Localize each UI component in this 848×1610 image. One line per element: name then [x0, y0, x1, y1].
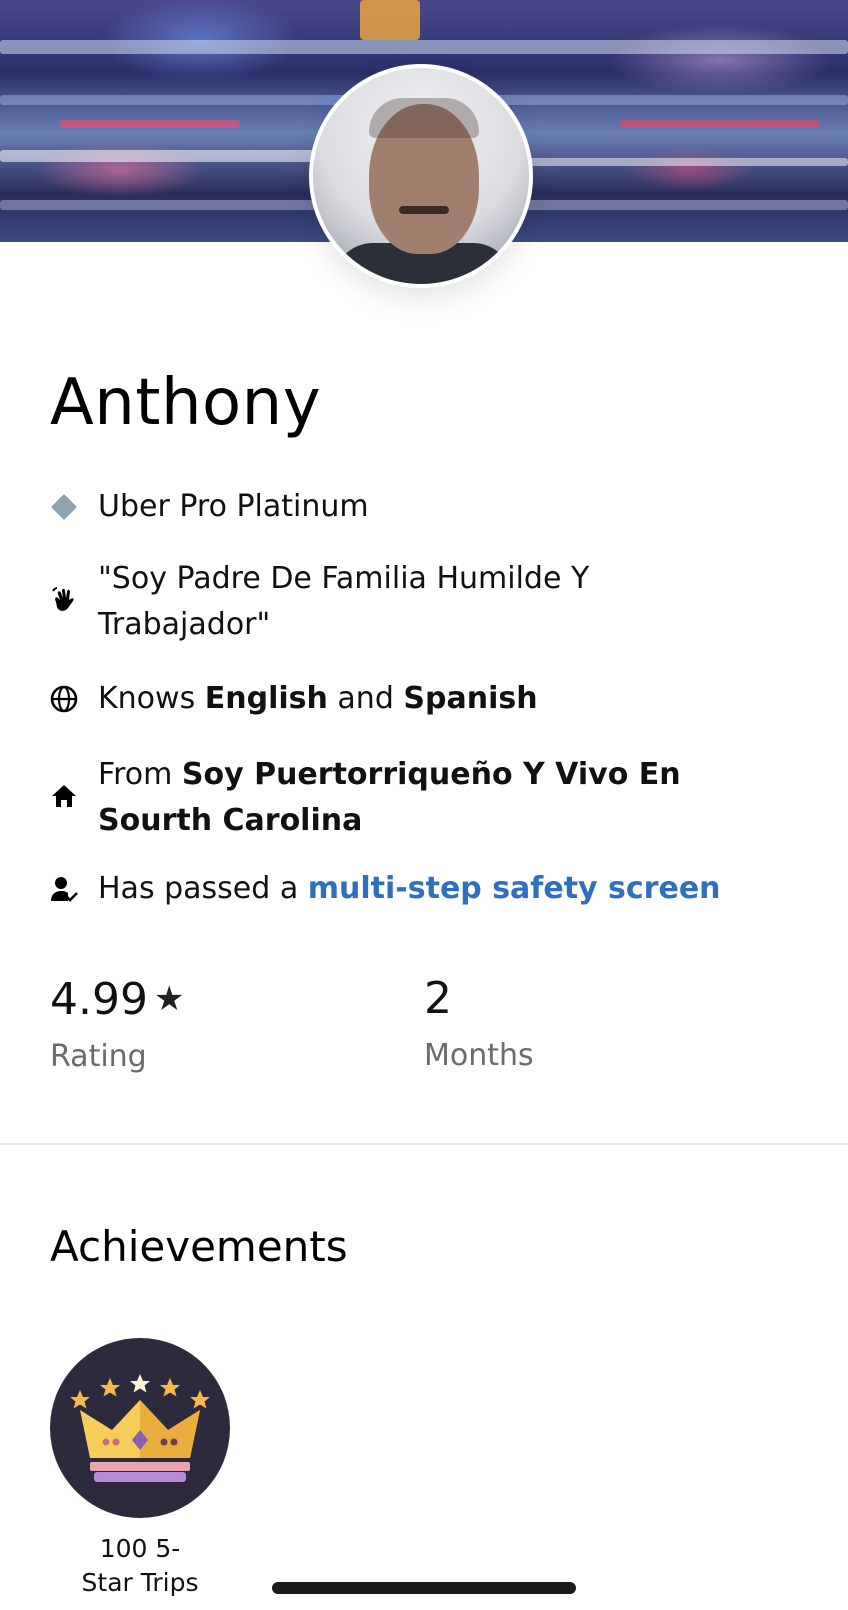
from-prefix: From — [98, 757, 173, 792]
achievements-title: Achievements — [50, 1222, 348, 1271]
quote-line-1: "Soy Padre De Familia Humilde Y — [98, 561, 590, 596]
rating-stat: 4.99 ★ Rating — [50, 972, 184, 1077]
achievement-caption-line-2: Star Trips — [81, 1568, 199, 1597]
months-value: 2 — [424, 973, 452, 1024]
person-check-icon — [50, 875, 78, 903]
achievement-caption-line-1: 100 5- — [99, 1534, 181, 1563]
tier-label: Uber Pro Platinum — [98, 489, 369, 524]
driver-avatar — [309, 64, 533, 288]
languages-prefix: Knows — [98, 681, 196, 716]
achievement-caption: 100 5- Star Trips — [40, 1532, 240, 1600]
globe-icon — [50, 685, 78, 713]
achievement-badge[interactable] — [50, 1338, 230, 1518]
safety-prefix: Has passed a — [98, 871, 299, 906]
home-icon — [50, 782, 78, 810]
section-divider — [0, 1143, 848, 1145]
hometown-row: From Soy Puertorriqueño Y Vivo En Sourth… — [50, 752, 681, 844]
waving-hand-icon — [50, 586, 78, 614]
home-indicator[interactable] — [272, 1582, 576, 1594]
languages-row: Knows English and Spanish — [50, 676, 538, 722]
diamond-icon — [50, 493, 78, 521]
rating-value: 4.99 — [50, 974, 148, 1025]
quote-line-2: Trabajador" — [98, 607, 271, 642]
from-line-1: Soy Puertorriqueño Y Vivo En — [181, 757, 681, 792]
language-english: English — [204, 681, 328, 716]
months-stat: 2 Months — [424, 972, 534, 1076]
driver-name: Anthony — [50, 366, 322, 440]
months-label: Months — [424, 1038, 534, 1073]
safety-row: Has passed a multi-step safety screen — [50, 866, 721, 912]
language-spanish: Spanish — [403, 681, 538, 716]
from-line-2: Sourth Carolina — [98, 803, 363, 838]
languages-and: and — [337, 681, 394, 716]
tier-row: Uber Pro Platinum — [50, 484, 369, 530]
quote-row: "Soy Padre De Familia Humilde Y Trabajad… — [50, 556, 589, 648]
crown-icon — [70, 1374, 210, 1482]
rating-label: Rating — [50, 1039, 147, 1074]
star-icon: ★ — [153, 979, 185, 1019]
safety-screen-link[interactable]: multi-step safety screen — [308, 871, 721, 906]
